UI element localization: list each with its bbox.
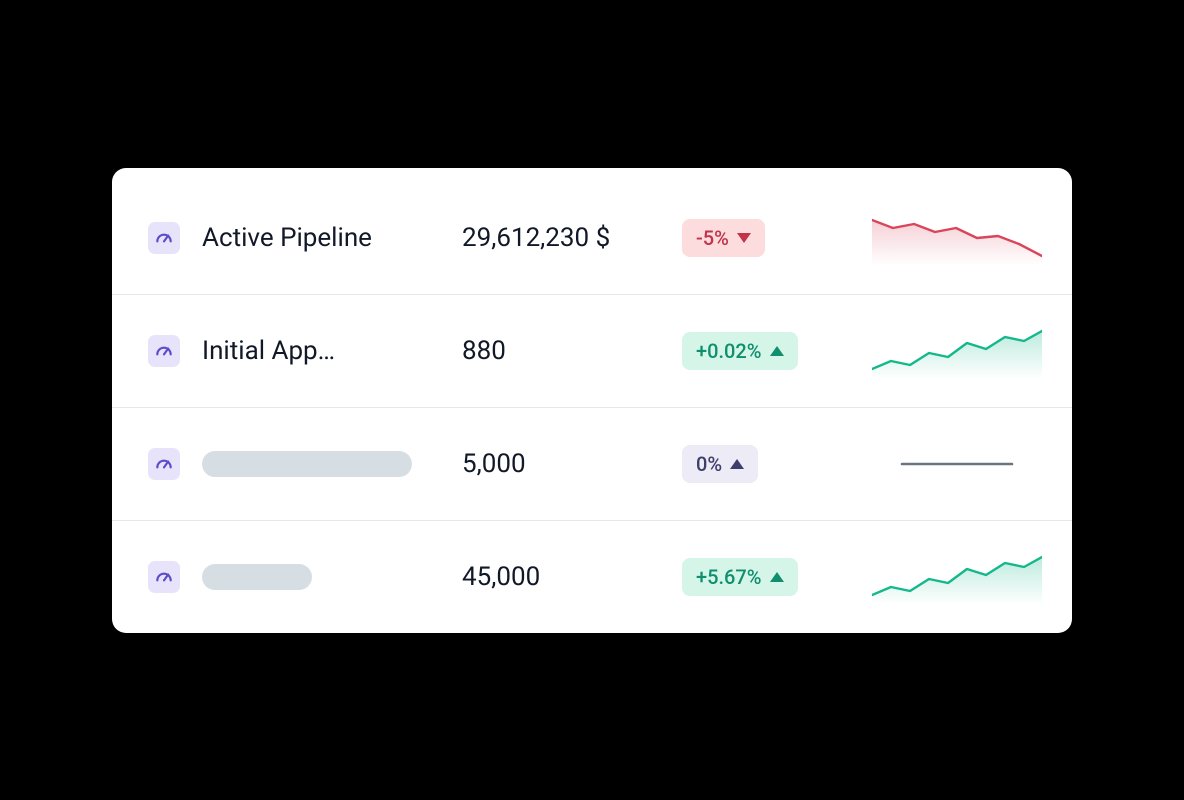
caret-up-icon — [770, 346, 784, 356]
caret-up-icon — [730, 459, 744, 469]
metric-row[interactable]: 45,000 +5.67% — [112, 521, 1072, 633]
metric-label-placeholder — [192, 564, 462, 590]
metric-value: 45,000 — [462, 562, 682, 592]
change-text: +0.02% — [696, 339, 762, 363]
sparkline — [872, 549, 1042, 605]
change-badge: 0% — [682, 445, 758, 483]
change-badge: +5.67% — [682, 558, 798, 596]
sparkline — [872, 323, 1042, 379]
caret-up-icon — [770, 572, 784, 582]
change-text: 0% — [696, 452, 722, 476]
gauge-icon — [148, 561, 180, 593]
metric-row[interactable]: 5,000 0% — [112, 408, 1072, 521]
metric-row[interactable]: Initial App… 880 +0.02% — [112, 295, 1072, 408]
change-badge: -5% — [682, 219, 765, 257]
change-text: +5.67% — [696, 565, 762, 589]
sparkline — [872, 436, 1042, 492]
metrics-card: Active Pipeline 29,612,230 $ -5% — [112, 168, 1072, 633]
metric-row[interactable]: Active Pipeline 29,612,230 $ -5% — [112, 182, 1072, 295]
metric-label: Initial App… — [192, 336, 462, 366]
gauge-icon — [148, 222, 180, 254]
change-text: -5% — [696, 226, 729, 250]
gauge-icon — [148, 448, 180, 480]
metric-value: 880 — [462, 336, 682, 366]
metric-value: 29,612,230 $ — [462, 223, 682, 253]
metric-value: 5,000 — [462, 449, 682, 479]
gauge-icon — [148, 335, 180, 367]
caret-down-icon — [737, 233, 751, 243]
sparkline — [872, 210, 1042, 266]
metric-label: Active Pipeline — [192, 223, 462, 253]
metric-label-placeholder — [192, 451, 462, 477]
change-badge: +0.02% — [682, 332, 798, 370]
